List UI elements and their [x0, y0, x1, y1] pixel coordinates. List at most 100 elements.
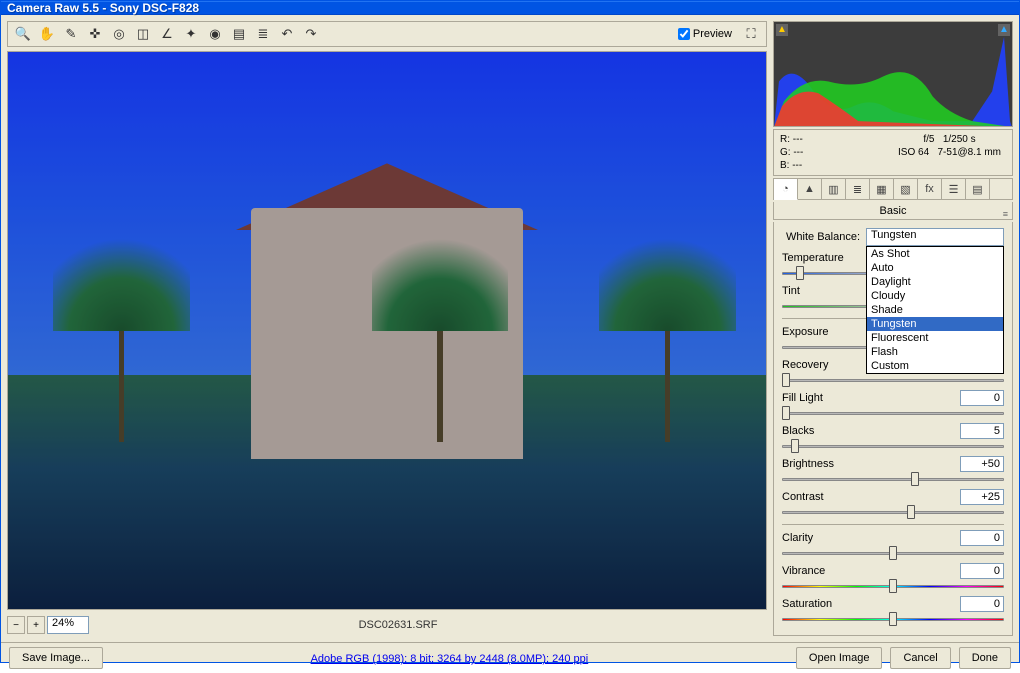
status-row: − + 24% DSC02631.SRF [7, 614, 767, 636]
white-balance-select[interactable]: Tungsten [866, 228, 1004, 246]
tab-curve-icon[interactable]: ▲ [798, 179, 822, 199]
basic-panel: White Balance: Tungsten As ShotAutoDayli… [773, 222, 1013, 636]
wb-option-auto[interactable]: Auto [867, 261, 1003, 275]
tab-basic-icon[interactable]: ◔ [774, 179, 798, 200]
cancel-button[interactable]: Cancel [890, 647, 950, 669]
right-pane: ▲ ▲ R: --- G: --- B: --- f/5 1/250 s ISO… [773, 21, 1013, 636]
vibrance-track[interactable] [782, 579, 1004, 593]
tab-hsl-icon[interactable]: ≣ [846, 179, 870, 199]
preview-checkbox-input[interactable] [678, 28, 690, 40]
redeye-tool-icon[interactable]: ◉ [204, 23, 226, 45]
image-viewport[interactable] [7, 51, 767, 610]
meta-r: R: --- [780, 133, 893, 146]
contrast-track[interactable] [782, 505, 1004, 519]
temperature-label: Temperature [782, 252, 844, 264]
recovery-track[interactable] [782, 373, 1004, 387]
zoom-tool-icon[interactable]: 🔍 [12, 23, 34, 45]
blacks-track[interactable] [782, 439, 1004, 453]
white-balance-dropdown[interactable]: As ShotAutoDaylightCloudyShadeTungstenFl… [866, 246, 1004, 374]
brightness-slider: Brightness +50 [782, 456, 1004, 486]
filllight-label: Fill Light [782, 392, 823, 404]
zoom-level-select[interactable]: 24% [47, 616, 89, 634]
straighten-tool-icon[interactable]: ∠ [156, 23, 178, 45]
tab-detail-icon[interactable]: ▥ [822, 179, 846, 199]
window-title: Camera Raw 5.5 - Sony DSC-F828 [7, 1, 199, 15]
tab-lens-icon[interactable]: ▧ [894, 179, 918, 199]
meta-shutter: 1/250 s [943, 134, 976, 145]
hand-tool-icon[interactable]: ✋ [36, 23, 58, 45]
left-pane: 🔍 ✋ ✎ ✜ ◎ ◫ ∠ ✦ ◉ ▤ ≣ ↶ ↷ Preview ⛶ [7, 21, 767, 636]
meta-lens: 7-51@8.1 mm [937, 147, 1001, 158]
meta-g: G: --- [780, 146, 893, 159]
clarity-value[interactable]: 0 [960, 530, 1004, 546]
wb-option-cloudy[interactable]: Cloudy [867, 289, 1003, 303]
tab-camera-icon[interactable]: fx [918, 179, 942, 199]
targeted-adjust-icon[interactable]: ◎ [108, 23, 130, 45]
white-balance-row: White Balance: Tungsten As ShotAutoDayli… [782, 228, 1004, 246]
metadata-box: R: --- G: --- B: --- f/5 1/250 s ISO 64 … [773, 129, 1013, 176]
wb-option-custom[interactable]: Custom [867, 359, 1003, 373]
meta-iso: ISO 64 [898, 147, 929, 158]
tab-strip: ◔ ▲ ▥ ≣ ▦ ▧ fx ☰ ▤ [773, 178, 1013, 200]
workflow-options-link[interactable]: Adobe RGB (1998); 8 bit; 3264 by 2448 (8… [311, 653, 589, 665]
tab-presets-icon[interactable]: ☰ [942, 179, 966, 199]
bottom-bar: Save Image... Adobe RGB (1998); 8 bit; 3… [1, 642, 1019, 673]
contrast-label: Contrast [782, 491, 824, 503]
open-image-button[interactable]: Open Image [796, 647, 883, 669]
save-image-button[interactable]: Save Image... [9, 647, 103, 669]
brightness-value[interactable]: +50 [960, 456, 1004, 472]
body-area: 🔍 ✋ ✎ ✜ ◎ ◫ ∠ ✦ ◉ ▤ ≣ ↶ ↷ Preview ⛶ [1, 15, 1019, 642]
panel-menu-icon[interactable]: ≡ [1003, 205, 1008, 223]
panel-title: Basic ≡ [773, 202, 1013, 220]
toolbar: 🔍 ✋ ✎ ✜ ◎ ◫ ∠ ✦ ◉ ▤ ≣ ↶ ↷ Preview ⛶ [7, 21, 767, 47]
retouch-tool-icon[interactable]: ✦ [180, 23, 202, 45]
preview-label: Preview [693, 28, 732, 40]
zoom-out-button[interactable]: − [7, 616, 25, 634]
saturation-value[interactable]: 0 [960, 596, 1004, 612]
clarity-slider: Clarity 0 [782, 530, 1004, 560]
saturation-slider: Saturation 0 [782, 596, 1004, 626]
rotate-cw-icon[interactable]: ↷ [300, 23, 322, 45]
wb-option-tungsten[interactable]: Tungsten [867, 317, 1003, 331]
zoom-controls: − + 24% [7, 616, 89, 634]
tab-split-icon[interactable]: ▦ [870, 179, 894, 199]
brightness-label: Brightness [782, 458, 834, 470]
histogram[interactable]: ▲ ▲ [773, 21, 1013, 127]
wb-option-daylight[interactable]: Daylight [867, 275, 1003, 289]
filllight-slider: Fill Light 0 [782, 390, 1004, 420]
filllight-track[interactable] [782, 406, 1004, 420]
fullscreen-icon[interactable]: ⛶ [740, 23, 762, 45]
recovery-label: Recovery [782, 359, 828, 371]
tab-snapshots-icon[interactable]: ▤ [966, 179, 990, 199]
blacks-value[interactable]: 5 [960, 423, 1004, 439]
presets-icon[interactable]: ≣ [252, 23, 274, 45]
wb-option-shade[interactable]: Shade [867, 303, 1003, 317]
meta-b: B: --- [780, 159, 893, 172]
wb-option-flash[interactable]: Flash [867, 345, 1003, 359]
filllight-value[interactable]: 0 [960, 390, 1004, 406]
vibrance-slider: Vibrance 0 [782, 563, 1004, 593]
camera-raw-window: Camera Raw 5.5 - Sony DSC-F828 🔍 ✋ ✎ ✜ ◎… [0, 0, 1020, 663]
rotate-ccw-icon[interactable]: ↶ [276, 23, 298, 45]
saturation-track[interactable] [782, 612, 1004, 626]
photo-preview [8, 52, 766, 609]
clarity-track[interactable] [782, 546, 1004, 560]
wb-option-fluorescent[interactable]: Fluorescent [867, 331, 1003, 345]
wb-option-as-shot[interactable]: As Shot [867, 247, 1003, 261]
wb-picker-icon[interactable]: ✎ [60, 23, 82, 45]
prefs-icon[interactable]: ▤ [228, 23, 250, 45]
tint-label: Tint [782, 285, 800, 297]
filename-display: DSC02631.SRF [95, 619, 701, 631]
done-button[interactable]: Done [959, 647, 1011, 669]
brightness-track[interactable] [782, 472, 1004, 486]
preview-checkbox[interactable]: Preview [678, 28, 732, 40]
contrast-value[interactable]: +25 [960, 489, 1004, 505]
color-sampler-icon[interactable]: ✜ [84, 23, 106, 45]
blacks-label: Blacks [782, 425, 814, 437]
titlebar: Camera Raw 5.5 - Sony DSC-F828 [1, 1, 1019, 15]
white-balance-label: White Balance: [782, 231, 860, 243]
vibrance-value[interactable]: 0 [960, 563, 1004, 579]
meta-aperture: f/5 [923, 134, 934, 145]
zoom-in-button[interactable]: + [27, 616, 45, 634]
crop-tool-icon[interactable]: ◫ [132, 23, 154, 45]
